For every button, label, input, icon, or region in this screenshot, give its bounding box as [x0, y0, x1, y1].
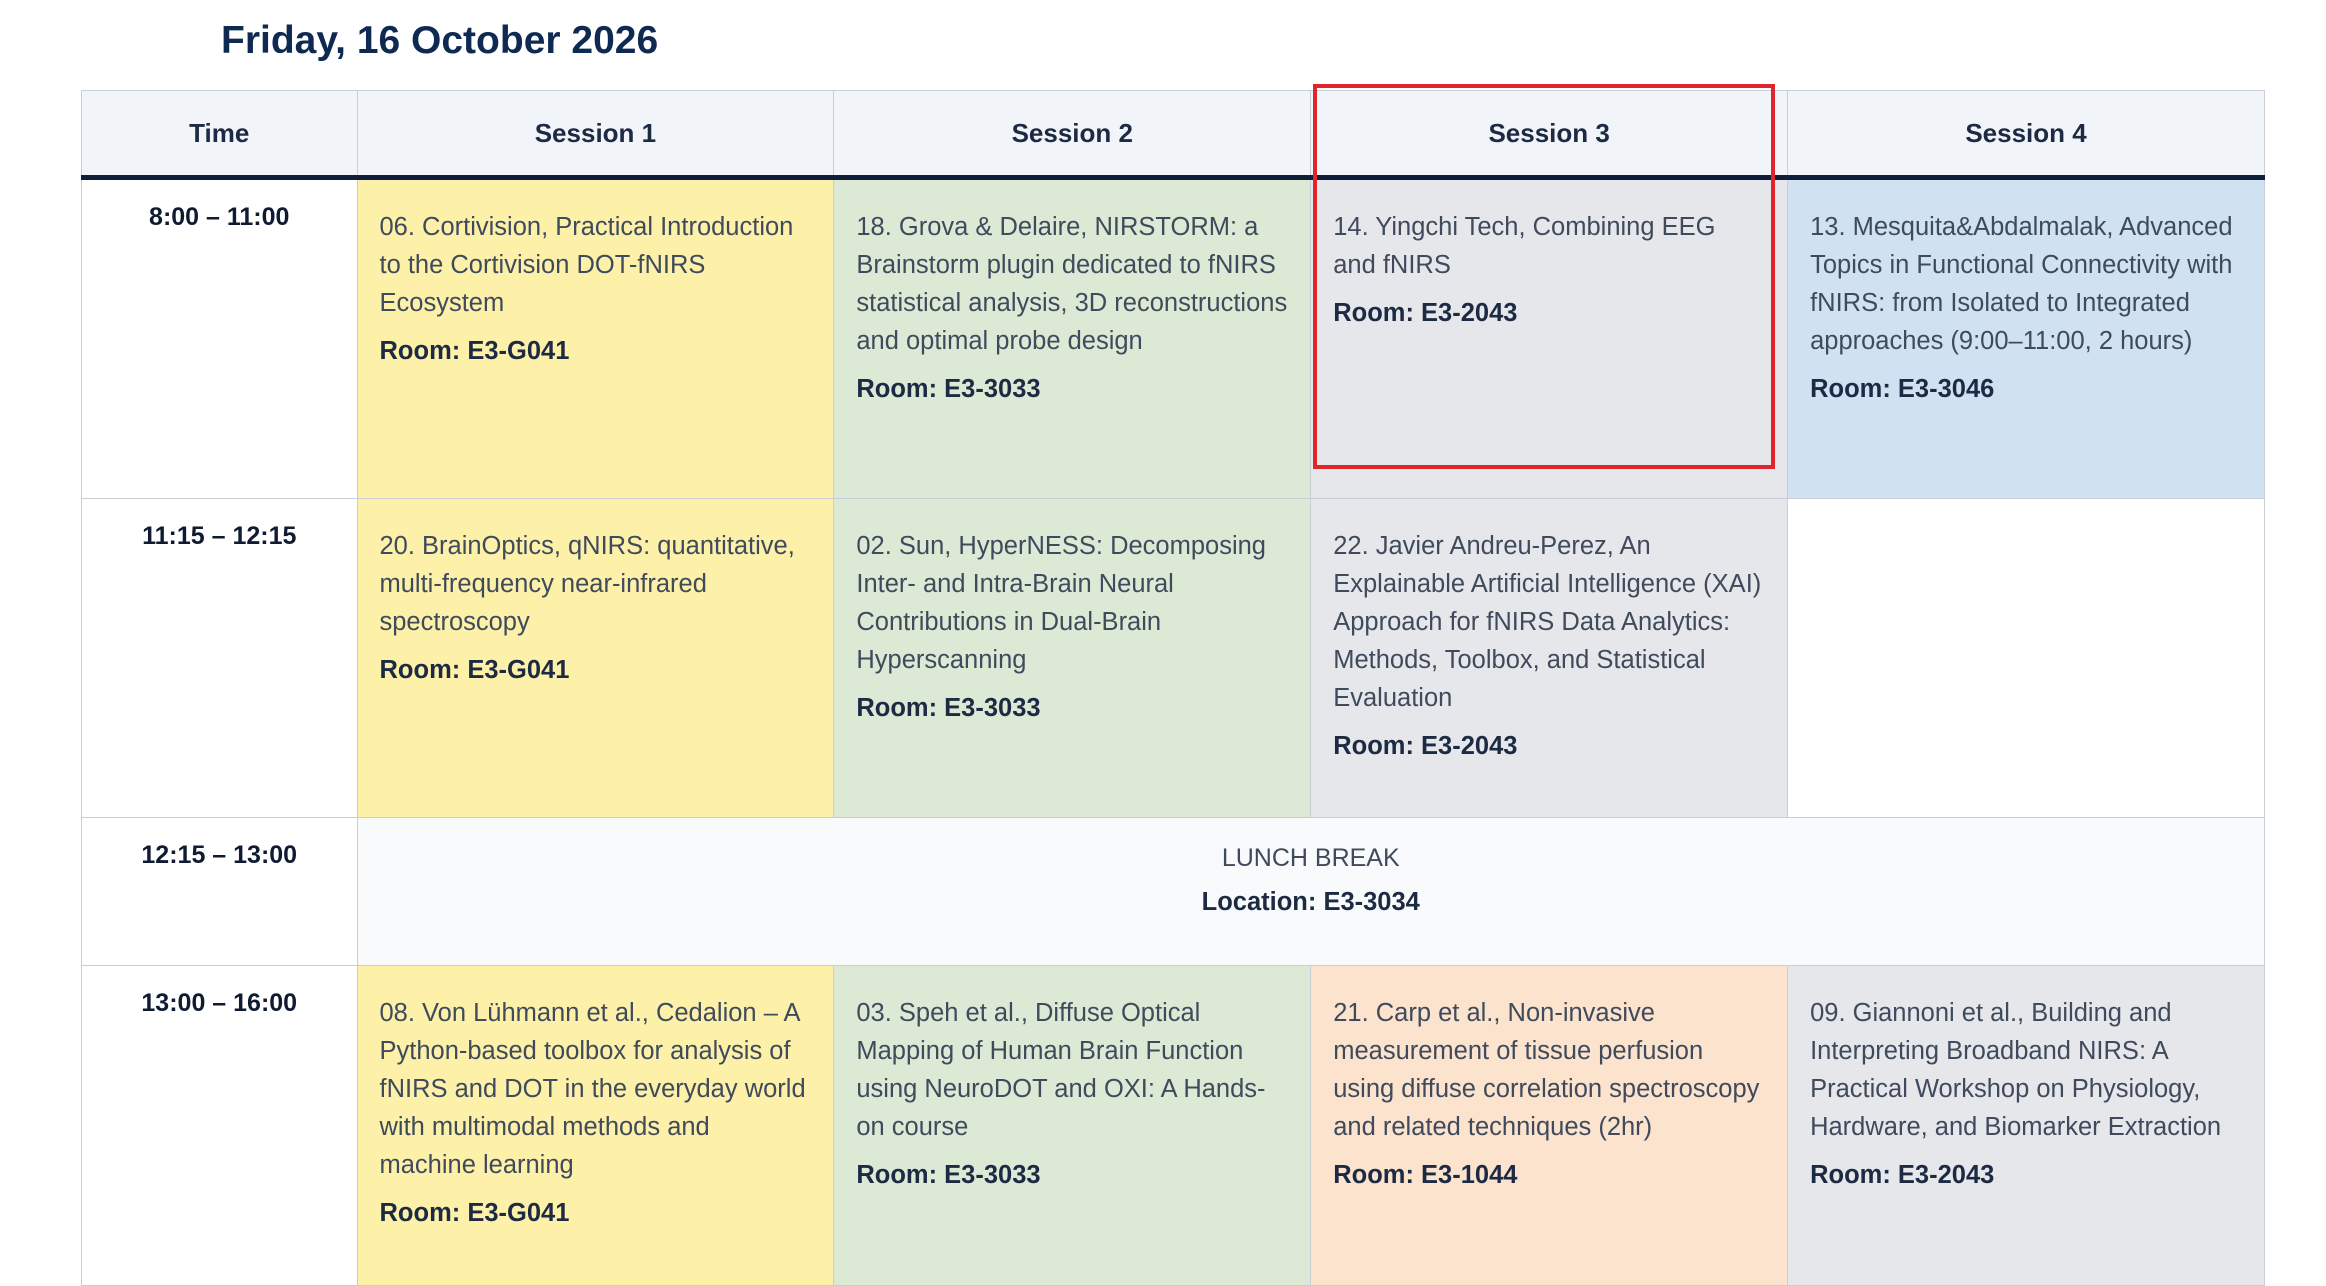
- schedule-table: Time Session 1 Session 2 Session 3 Sessi…: [81, 90, 2265, 1286]
- session-room: Room: E3-1044: [1333, 1161, 1518, 1189]
- session-cell: 02. Sun, HyperNESS: Decomposing Inter- a…: [833, 498, 1312, 818]
- time-slot: 13:00 – 16:00: [81, 965, 358, 1286]
- lunch-break-title: LUNCH BREAK: [1221, 844, 1400, 872]
- table-row: 8:00 – 11:00 06. Cortivision, Practical …: [81, 177, 2265, 499]
- session-room: Room: E3-2043: [1333, 299, 1518, 327]
- table-row: 13:00 – 16:00 08. Von Lühmann et al., Ce…: [81, 965, 2265, 1286]
- column-header-session-2: Session 2: [833, 90, 1312, 180]
- session-room: Room: E3-3033: [856, 694, 1041, 722]
- session-cell: 03. Speh et al., Diffuse Optical Mapping…: [833, 965, 1312, 1286]
- session-cell: 14. Yingchi Tech, Combining EEG and fNIR…: [1310, 177, 1789, 499]
- session-title: 02. Sun, HyperNESS: Decomposing Inter- a…: [856, 532, 1266, 674]
- session-room: Room: E3-2043: [1333, 732, 1518, 760]
- page-title: Friday, 16 October 2026: [221, 19, 659, 62]
- time-slot: 12:15 – 13:00: [81, 817, 358, 966]
- column-header-session-4: Session 4: [1787, 90, 2265, 180]
- session-room: Room: E3-2043: [1810, 1161, 1995, 1189]
- session-room: Room: E3-G041: [379, 1199, 570, 1227]
- time-slot: 8:00 – 11:00: [81, 177, 358, 499]
- session-title: 03. Speh et al., Diffuse Optical Mapping…: [856, 999, 1266, 1141]
- session-cell: 20. BrainOptics, qNIRS: quantitative, mu…: [356, 498, 835, 818]
- session-cell: 13. Mesquita&Abdalmalak, Advanced Topics…: [1787, 177, 2265, 499]
- session-room: Room: E3-G041: [379, 337, 570, 365]
- session-title: 22. Javier Andreu-Perez, An Explainable …: [1333, 532, 1762, 712]
- lunch-break-location: Location: E3-3034: [1201, 888, 1420, 916]
- session-title: 21. Carp et al., Non-invasive measuremen…: [1333, 999, 1760, 1141]
- session-room: Room: E3-3033: [856, 1161, 1041, 1189]
- table-row: 12:15 – 13:00 LUNCH BREAK Location: E3-3…: [81, 817, 2265, 966]
- table-row: 11:15 – 12:15 20. BrainOptics, qNIRS: qu…: [81, 498, 2265, 818]
- session-title: 08. Von Lühmann et al., Cedalion – A Pyt…: [379, 999, 806, 1179]
- empty-session-cell: [1787, 498, 2265, 818]
- session-room: Room: E3-3046: [1810, 375, 1995, 403]
- column-header-time: Time: [81, 90, 358, 180]
- column-header-session-1: Session 1: [356, 90, 835, 180]
- session-room: Room: E3-3033: [856, 375, 1041, 403]
- lunch-break-cell: LUNCH BREAK Location: E3-3034: [356, 817, 2265, 966]
- session-title: 14. Yingchi Tech, Combining EEG and fNIR…: [1333, 213, 1716, 279]
- session-title: 20. BrainOptics, qNIRS: quantitative, mu…: [379, 532, 795, 636]
- session-title: 09. Giannoni et al., Building and Interp…: [1810, 999, 2222, 1141]
- session-title: 06. Cortivision, Practical Introduction …: [379, 213, 794, 317]
- session-title: 13. Mesquita&Abdalmalak, Advanced Topics…: [1810, 213, 2233, 355]
- session-cell: 09. Giannoni et al., Building and Interp…: [1787, 965, 2265, 1286]
- time-slot: 11:15 – 12:15: [81, 498, 358, 818]
- session-cell: 18. Grova & Delaire, NIRSTORM: a Brainst…: [833, 177, 1312, 499]
- column-header-session-3: Session 3: [1310, 90, 1789, 180]
- session-cell: 06. Cortivision, Practical Introduction …: [356, 177, 835, 499]
- session-title: 18. Grova & Delaire, NIRSTORM: a Brainst…: [856, 213, 1288, 355]
- session-room: Room: E3-G041: [379, 656, 570, 684]
- session-cell: 08. Von Lühmann et al., Cedalion – A Pyt…: [356, 965, 835, 1286]
- session-cell: 21. Carp et al., Non-invasive measuremen…: [1310, 965, 1789, 1286]
- header-row: Time Session 1 Session 2 Session 3 Sessi…: [81, 90, 2265, 180]
- session-cell: 22. Javier Andreu-Perez, An Explainable …: [1310, 498, 1789, 818]
